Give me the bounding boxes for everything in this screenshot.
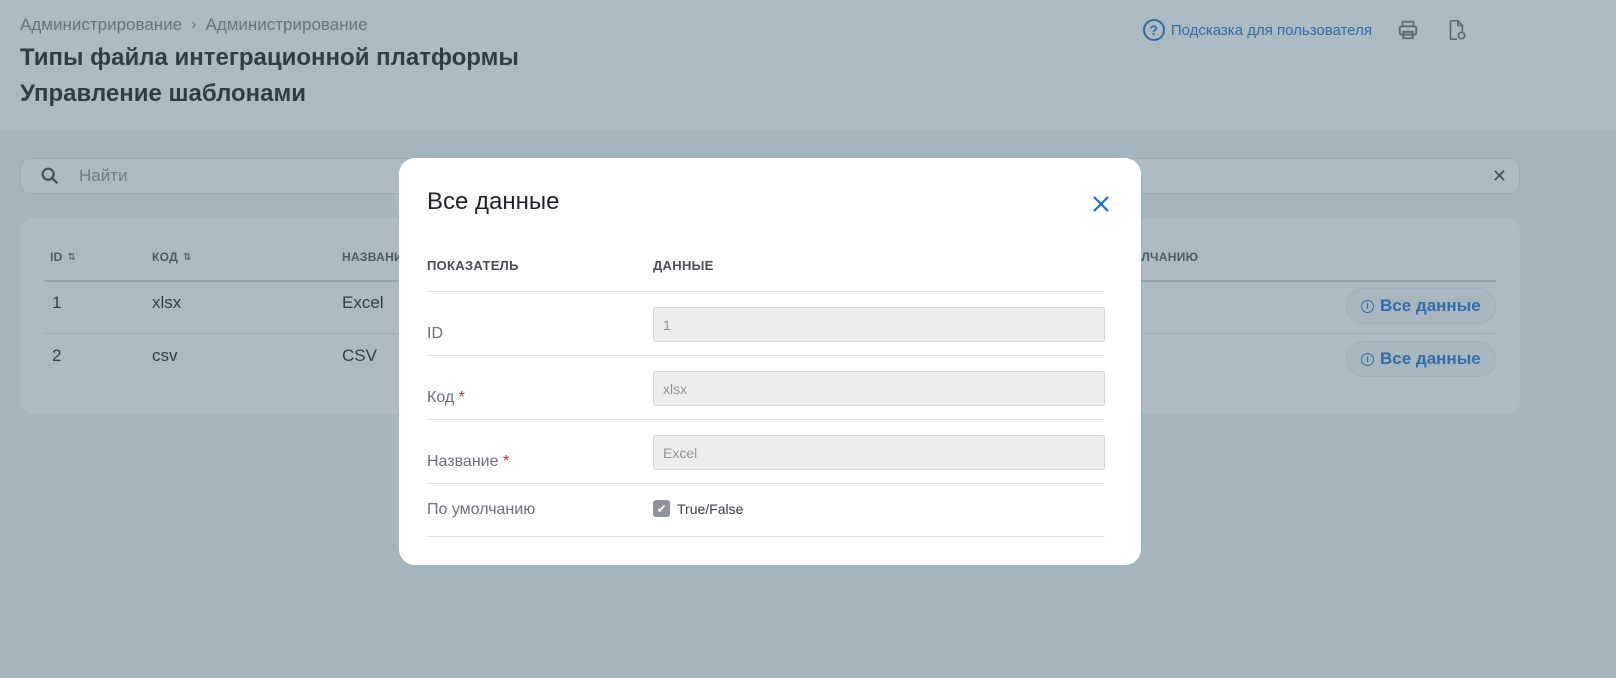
field-label-name: Название *	[427, 453, 509, 471]
column-header-data: ДАННЫЕ	[653, 258, 714, 273]
field-label-code: Код *	[427, 389, 465, 407]
field-label-id: ID	[427, 325, 443, 343]
name-field[interactable]: Excel	[653, 435, 1105, 470]
dialog-title: Все данные	[427, 188, 560, 215]
default-checkbox[interactable]: ✔ True/False	[653, 500, 743, 517]
divider	[427, 291, 1105, 292]
divider	[427, 483, 1105, 484]
field-label-text: Название	[427, 453, 499, 470]
field-label-text: Код	[427, 389, 455, 406]
required-mark: *	[502, 453, 510, 470]
field-label-default: По умолчанию	[427, 501, 536, 518]
column-header-indicator: ПОКАЗАТЕЛЬ	[427, 258, 519, 273]
close-icon[interactable]	[1089, 192, 1113, 216]
all-data-dialog: Все данные ПОКАЗАТЕЛЬ ДАННЫЕ ID 1 Код * …	[399, 158, 1141, 565]
divider	[427, 419, 1105, 420]
divider	[427, 536, 1105, 537]
checkmark-icon: ✔	[653, 500, 670, 517]
required-mark: *	[458, 389, 465, 406]
divider	[427, 355, 1105, 356]
code-field[interactable]: xlsx	[653, 371, 1105, 406]
id-field[interactable]: 1	[653, 307, 1105, 342]
checkbox-label: True/False	[677, 500, 744, 517]
field-label-text: ID	[427, 325, 443, 342]
